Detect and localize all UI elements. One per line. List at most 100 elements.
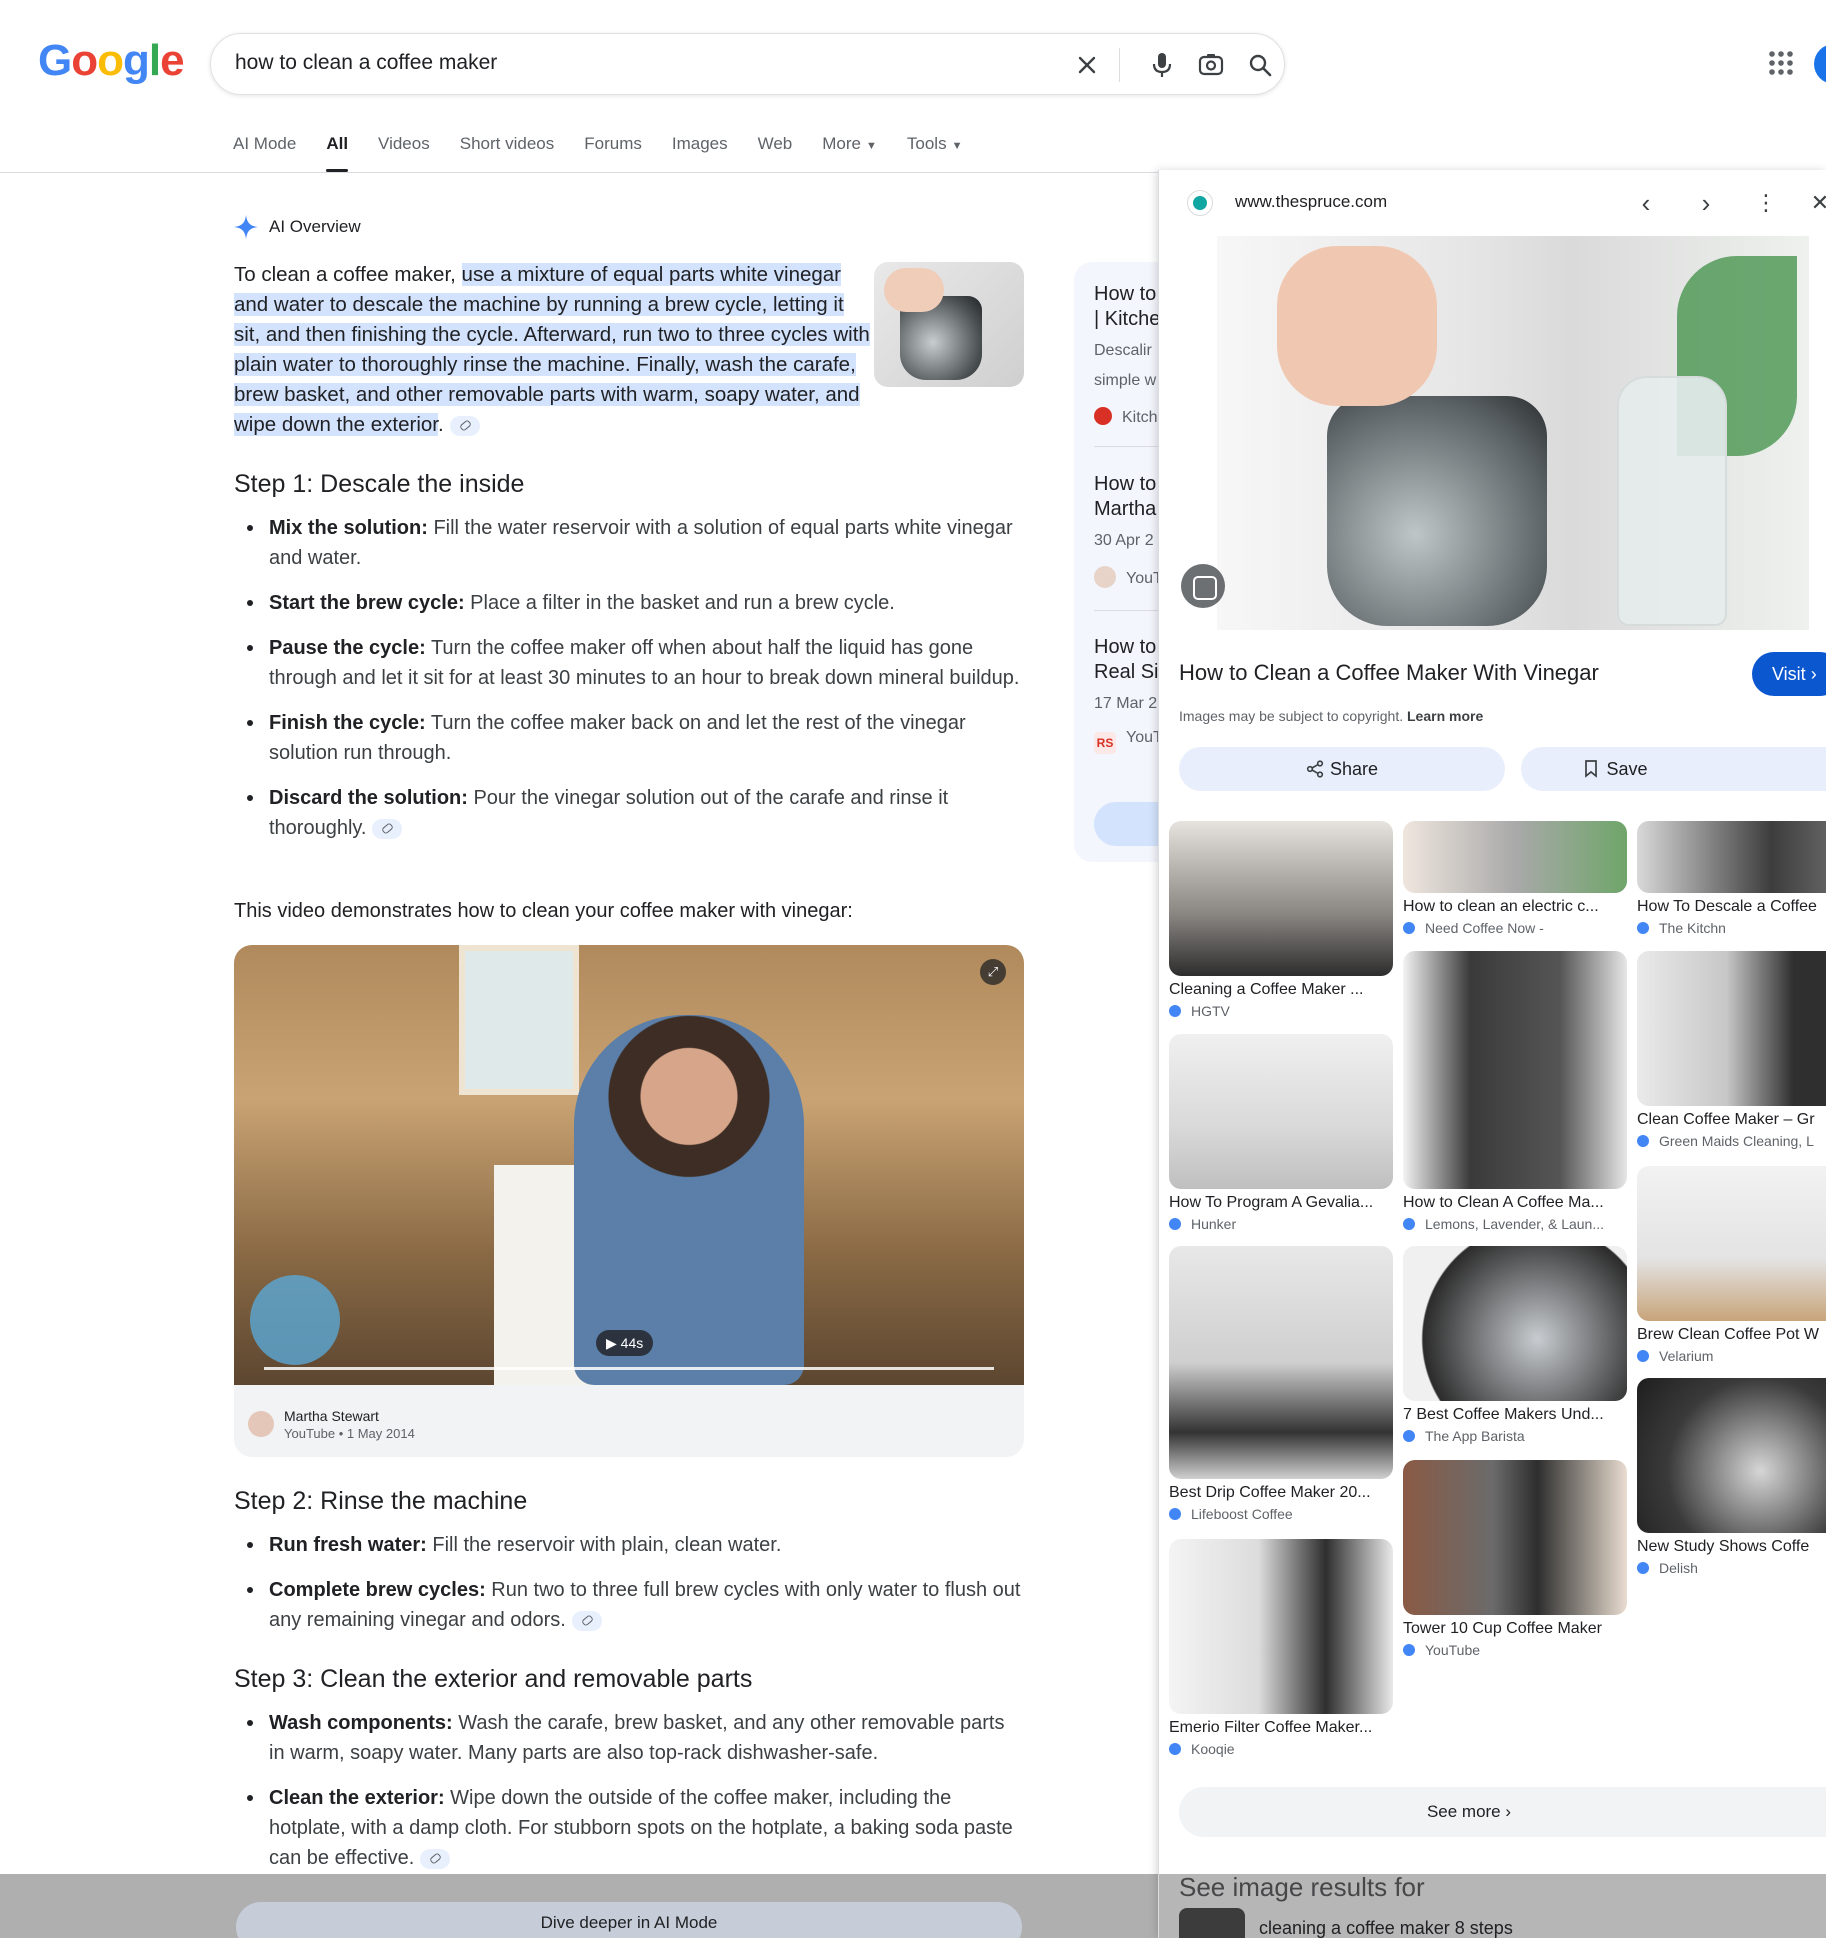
step-bullet-list: Wash components: Wash the carafe, brew b… xyxy=(234,1708,1024,1888)
kitchn-favicon-icon xyxy=(1094,407,1112,425)
panel-image-title[interactable]: How to Clean a Coffee Maker With Vinegar xyxy=(1179,660,1599,686)
chevron-right-icon: › xyxy=(1810,664,1817,684)
source-title[interactable]: How to xyxy=(1094,282,1156,307)
video-scene-window xyxy=(459,945,579,1095)
panel-hero-image[interactable] xyxy=(1217,236,1809,630)
image-result-thumbnail[interactable] xyxy=(1179,1908,1245,1938)
tab-more[interactable]: More ▼ xyxy=(822,134,877,172)
source-name: YouT xyxy=(1094,566,1163,588)
save-button[interactable]: Save xyxy=(1521,747,1826,791)
source-snippet: simple w xyxy=(1094,372,1157,389)
list-item: Start the brew cycle: Place a filter in … xyxy=(234,588,1024,618)
panel-domain[interactable]: www.thespruce.com xyxy=(1235,192,1387,212)
step-heading: Step 1: Descale the inside xyxy=(234,470,525,498)
tab-tools[interactable]: Tools ▼ xyxy=(907,134,963,172)
source-title[interactable]: Real Sir xyxy=(1094,660,1165,685)
apps-grid-icon[interactable] xyxy=(1766,48,1796,78)
channel-avatar xyxy=(248,1411,274,1437)
chevron-down-icon: ▼ xyxy=(951,140,963,152)
video-progress-bar[interactable] xyxy=(264,1367,994,1370)
expand-icon[interactable]: ⤢ xyxy=(980,959,1006,985)
tab-web[interactable]: Web xyxy=(758,134,793,172)
video-meta: YouTube • 1 May 2014 xyxy=(284,1426,415,1441)
list-item: Complete brew cycles: Run two to three f… xyxy=(234,1575,1024,1635)
highlighted-answer: use a mixture of equal parts white vineg… xyxy=(234,263,870,436)
search-box[interactable]: how to clean a coffee maker xyxy=(210,33,1285,95)
tab-short-videos[interactable]: Short videos xyxy=(460,134,555,172)
step-bullet-list: Mix the solution: Fill the water reservo… xyxy=(234,513,1024,858)
related-image-thumbnail xyxy=(1637,1378,1826,1533)
video-player[interactable]: ▶ 44s ⤢ xyxy=(234,945,1024,1385)
copyright-notice: Images may be subject to copyright. Lear… xyxy=(1179,708,1484,724)
search-tabs: AI Mode All Videos Short videos Forums I… xyxy=(233,134,992,172)
lens-icon[interactable] xyxy=(1195,49,1227,81)
citation-link-icon[interactable] xyxy=(372,818,403,839)
related-image-thumbnail xyxy=(1169,821,1393,976)
image-preview-panel: www.thespruce.com ‹ › ⋮ ✕ How to Clean a… xyxy=(1158,170,1826,1938)
citation-link-icon[interactable] xyxy=(449,415,480,436)
clear-icon[interactable] xyxy=(1071,49,1103,81)
source-title[interactable]: Martha xyxy=(1094,497,1156,522)
chevron-right-icon[interactable]: › xyxy=(1691,188,1721,218)
list-item: Run fresh water: Fill the reservoir with… xyxy=(234,1530,1024,1560)
source-title[interactable]: How to xyxy=(1094,635,1156,660)
list-item: Pause the cycle: Turn the coffee maker o… xyxy=(234,633,1024,693)
list-item: Finish the cycle: Turn the coffee maker … xyxy=(234,708,1024,768)
more-vert-icon[interactable]: ⋮ xyxy=(1751,188,1781,218)
source-title[interactable]: How to xyxy=(1094,472,1156,497)
youtube-channel-icon xyxy=(1094,566,1116,588)
citation-link-icon[interactable] xyxy=(571,1610,602,1631)
visit-button[interactable]: Visit › xyxy=(1752,652,1826,696)
related-image-thumbnail xyxy=(1403,1460,1627,1615)
list-item: Mix the solution: Fill the water reservo… xyxy=(234,513,1024,573)
source-date: 17 Mar 2 xyxy=(1094,695,1158,712)
bookmark-icon xyxy=(1585,760,1598,778)
close-icon[interactable]: ✕ xyxy=(1805,188,1826,218)
real-simple-icon: RS xyxy=(1094,732,1116,754)
search-icon[interactable] xyxy=(1244,49,1276,81)
hero-vinegar-bottle xyxy=(1617,376,1727,626)
source-name: RS YouT xyxy=(1094,729,1163,754)
related-image-thumbnail xyxy=(1169,1034,1393,1189)
video-card[interactable]: ▶ 44s ⤢ Martha Stewart YouTube • 1 May 2… xyxy=(234,945,1024,1457)
visual-search-icon[interactable] xyxy=(1181,564,1225,608)
related-image-thumbnail xyxy=(1403,1246,1627,1401)
list-item: Clean the exterior: Wipe down the outsid… xyxy=(234,1783,1024,1873)
source-name: Kitch xyxy=(1094,407,1158,427)
dive-deeper-button[interactable]: Dive deeper in AI Mode xyxy=(236,1902,1022,1938)
tab-forums[interactable]: Forums xyxy=(584,134,642,172)
search-input[interactable]: how to clean a coffee maker xyxy=(235,51,497,75)
share-button[interactable]: Share xyxy=(1179,747,1505,791)
tab-all[interactable]: All xyxy=(326,134,348,172)
tab-images[interactable]: Images xyxy=(672,134,728,172)
source-snippet: Descalir xyxy=(1094,342,1152,359)
related-image-thumbnail xyxy=(1169,1539,1393,1714)
tab-videos[interactable]: Videos xyxy=(378,134,430,172)
see-more-button[interactable]: See more › xyxy=(1179,1787,1826,1837)
ai-overview-heading: AI Overview xyxy=(233,214,361,240)
share-icon xyxy=(1306,760,1324,778)
learn-more-link[interactable]: Learn more xyxy=(1407,708,1483,724)
tab-ai-mode[interactable]: AI Mode xyxy=(233,134,296,172)
video-channel-name[interactable]: Martha Stewart xyxy=(284,1408,379,1424)
chevron-down-icon: ▼ xyxy=(866,140,877,152)
video-duration-badge[interactable]: ▶ 44s xyxy=(596,1330,654,1356)
header: Google how to clean a coffee maker AI Mo… xyxy=(0,0,1826,173)
citation-link-icon[interactable] xyxy=(420,1848,451,1869)
step-bullet-list: Run fresh water: Fill the reservoir with… xyxy=(234,1530,1024,1650)
video-intro-text: This video demonstrates how to clean you… xyxy=(234,900,853,922)
hand-image xyxy=(884,268,944,312)
microphone-icon[interactable] xyxy=(1146,49,1178,81)
related-image-thumbnail xyxy=(1637,821,1826,893)
ai-overview-thumbnail[interactable] xyxy=(874,262,1024,387)
source-title[interactable]: | Kitche xyxy=(1094,307,1160,332)
martha-stewart-logo-icon xyxy=(250,1275,340,1365)
ai-overview-summary: To clean a coffee maker, use a mixture o… xyxy=(234,263,870,436)
related-image-thumbnail xyxy=(1403,821,1627,893)
chevron-left-icon[interactable]: ‹ xyxy=(1631,188,1661,218)
image-result-query[interactable]: cleaning a coffee maker 8 steps xyxy=(1259,1918,1513,1938)
account-avatar[interactable] xyxy=(1814,44,1826,84)
related-image-thumbnail xyxy=(1403,951,1627,1189)
google-logo[interactable]: Google xyxy=(38,36,185,86)
hero-coffee-pot xyxy=(1327,396,1547,626)
